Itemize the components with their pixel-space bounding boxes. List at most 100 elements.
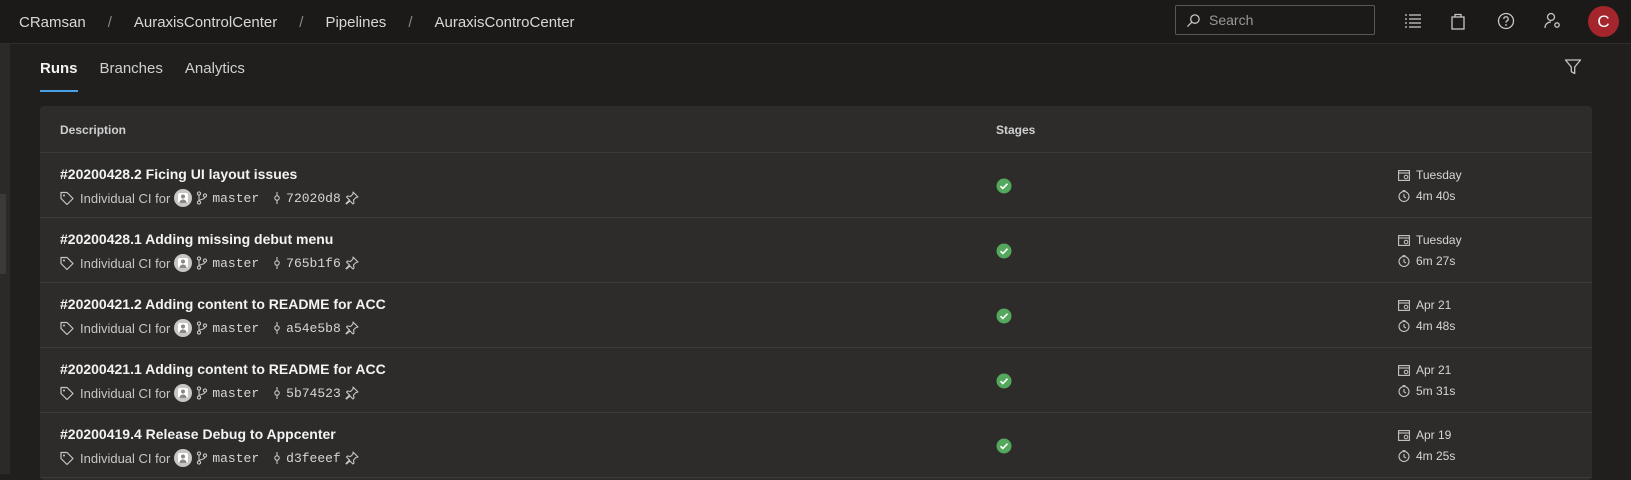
tab-branches[interactable]: Branches (100, 44, 163, 92)
tag-icon (60, 321, 74, 335)
commit-icon (273, 451, 281, 465)
run-meta: Individual CI for master a54e5b8 (60, 318, 359, 338)
tag-icon (60, 256, 74, 270)
run-title[interactable]: #20200428.2 Ficing UI layout issues (60, 166, 297, 182)
help-icon[interactable] (1496, 11, 1516, 31)
clock-icon (1398, 385, 1416, 397)
run-trigger: Individual CI for (80, 190, 171, 206)
run-date-text: Tuesday (1416, 233, 1462, 247)
pin-icon[interactable] (345, 191, 359, 205)
table-body: #20200428.2 Ficing UI layout issues Indi… (40, 153, 1592, 478)
tag-icon (60, 191, 74, 205)
run-duration-text: 5m 31s (1416, 384, 1456, 398)
branch-icon (196, 321, 208, 335)
commit-id[interactable]: 72020d8 (286, 191, 341, 206)
branch-name[interactable]: master (212, 256, 259, 271)
breadcrumb-project[interactable]: AuraxisControlCenter (134, 14, 277, 31)
run-trigger: Individual CI for (80, 255, 171, 271)
run-date-text: Tuesday (1416, 168, 1462, 182)
branch-name[interactable]: master (212, 191, 259, 206)
run-duration: 4m 25s (1398, 449, 1455, 463)
tab-analytics[interactable]: Analytics (185, 44, 245, 92)
tag-icon (60, 451, 74, 465)
calendar-icon (1398, 299, 1416, 311)
breadcrumb-separator: / (107, 13, 112, 31)
commit-id[interactable]: d3feeef (286, 451, 341, 466)
commit-icon (273, 321, 281, 335)
search-box[interactable] (1175, 5, 1375, 35)
run-duration: 5m 31s (1398, 384, 1455, 398)
run-date-text: Apr 19 (1416, 428, 1452, 442)
commit-id[interactable]: 5b74523 (286, 386, 341, 401)
tab-bar: Runs Branches Analytics (40, 44, 267, 92)
table-header: Description Stages (40, 106, 1592, 153)
commit-icon (273, 256, 281, 270)
run-date: Apr 21 (1398, 363, 1451, 377)
commit-icon (273, 191, 281, 205)
breadcrumb-pipeline[interactable]: AuraxisControCenter (434, 14, 574, 31)
table-row[interactable]: #20200419.4 Release Debug to Appcenter I… (40, 413, 1592, 478)
clock-icon (1398, 190, 1416, 202)
user-avatar-icon (174, 319, 193, 337)
commit-id[interactable]: 765b1f6 (286, 256, 341, 271)
breadcrumb-org[interactable]: CRamsan (19, 14, 86, 31)
branch-name[interactable]: master (212, 386, 259, 401)
pin-icon[interactable] (345, 451, 359, 465)
filter-icon[interactable] (1564, 58, 1582, 76)
run-date: Tuesday (1398, 168, 1462, 182)
pin-icon[interactable] (345, 256, 359, 270)
breadcrumb: CRamsan / AuraxisControlCenter / Pipelin… (19, 0, 575, 44)
calendar-icon (1398, 364, 1416, 376)
pin-icon[interactable] (345, 321, 359, 335)
success-icon[interactable] (996, 308, 1012, 324)
success-icon[interactable] (996, 373, 1012, 389)
pin-icon[interactable] (345, 386, 359, 400)
runs-table: Description Stages #20200428.2 Ficing UI… (40, 106, 1592, 480)
branch-icon (196, 256, 208, 270)
clock-icon (1398, 255, 1416, 267)
branch-name[interactable]: master (212, 451, 259, 466)
run-title[interactable]: #20200421.2 Adding content to README for… (60, 296, 386, 312)
user-avatar-icon (174, 384, 193, 402)
search-input[interactable] (1207, 11, 1361, 29)
calendar-icon (1398, 429, 1416, 441)
clock-icon (1398, 450, 1416, 462)
user-avatar[interactable]: C (1588, 6, 1619, 37)
user-avatar-icon (174, 189, 193, 207)
branch-icon (196, 451, 208, 465)
run-title[interactable]: #20200419.4 Release Debug to Appcenter (60, 426, 336, 442)
run-date: Tuesday (1398, 233, 1462, 247)
clock-icon (1398, 320, 1416, 332)
run-trigger: Individual CI for (80, 385, 171, 401)
table-row[interactable]: #20200428.1 Adding missing debut menu In… (40, 218, 1592, 283)
run-trigger: Individual CI for (80, 320, 171, 336)
run-date: Apr 21 (1398, 298, 1451, 312)
run-title[interactable]: #20200421.1 Adding content to README for… (60, 361, 386, 377)
table-row[interactable]: #20200428.2 Ficing UI layout issues Indi… (40, 153, 1592, 218)
header-description: Description (60, 123, 127, 137)
run-date: Apr 19 (1398, 428, 1451, 442)
top-bar: CRamsan / AuraxisControlCenter / Pipelin… (0, 0, 1631, 44)
run-date-text: Apr 21 (1416, 363, 1452, 377)
success-icon[interactable] (996, 243, 1012, 259)
search-icon (1176, 13, 1201, 28)
tab-runs[interactable]: Runs (40, 44, 78, 92)
header-stages: Stages (996, 123, 1036, 137)
tag-icon (60, 386, 74, 400)
run-duration-text: 4m 48s (1416, 319, 1456, 333)
table-row[interactable]: #20200421.1 Adding content to README for… (40, 348, 1592, 413)
branch-name[interactable]: master (212, 321, 259, 336)
breadcrumb-pipelines[interactable]: Pipelines (325, 14, 386, 31)
success-icon[interactable] (996, 438, 1012, 454)
table-row[interactable]: #20200421.2 Adding content to README for… (40, 283, 1592, 348)
list-icon[interactable] (1403, 11, 1423, 31)
user-settings-icon[interactable] (1543, 11, 1563, 31)
calendar-icon (1398, 234, 1416, 246)
breadcrumb-separator: / (408, 13, 413, 31)
run-date-text: Apr 21 (1416, 298, 1452, 312)
run-meta: Individual CI for master d3feeef (60, 448, 359, 468)
run-title[interactable]: #20200428.1 Adding missing debut menu (60, 231, 333, 247)
commit-id[interactable]: a54e5b8 (286, 321, 341, 336)
bag-icon[interactable] (1448, 11, 1468, 31)
success-icon[interactable] (996, 178, 1012, 194)
